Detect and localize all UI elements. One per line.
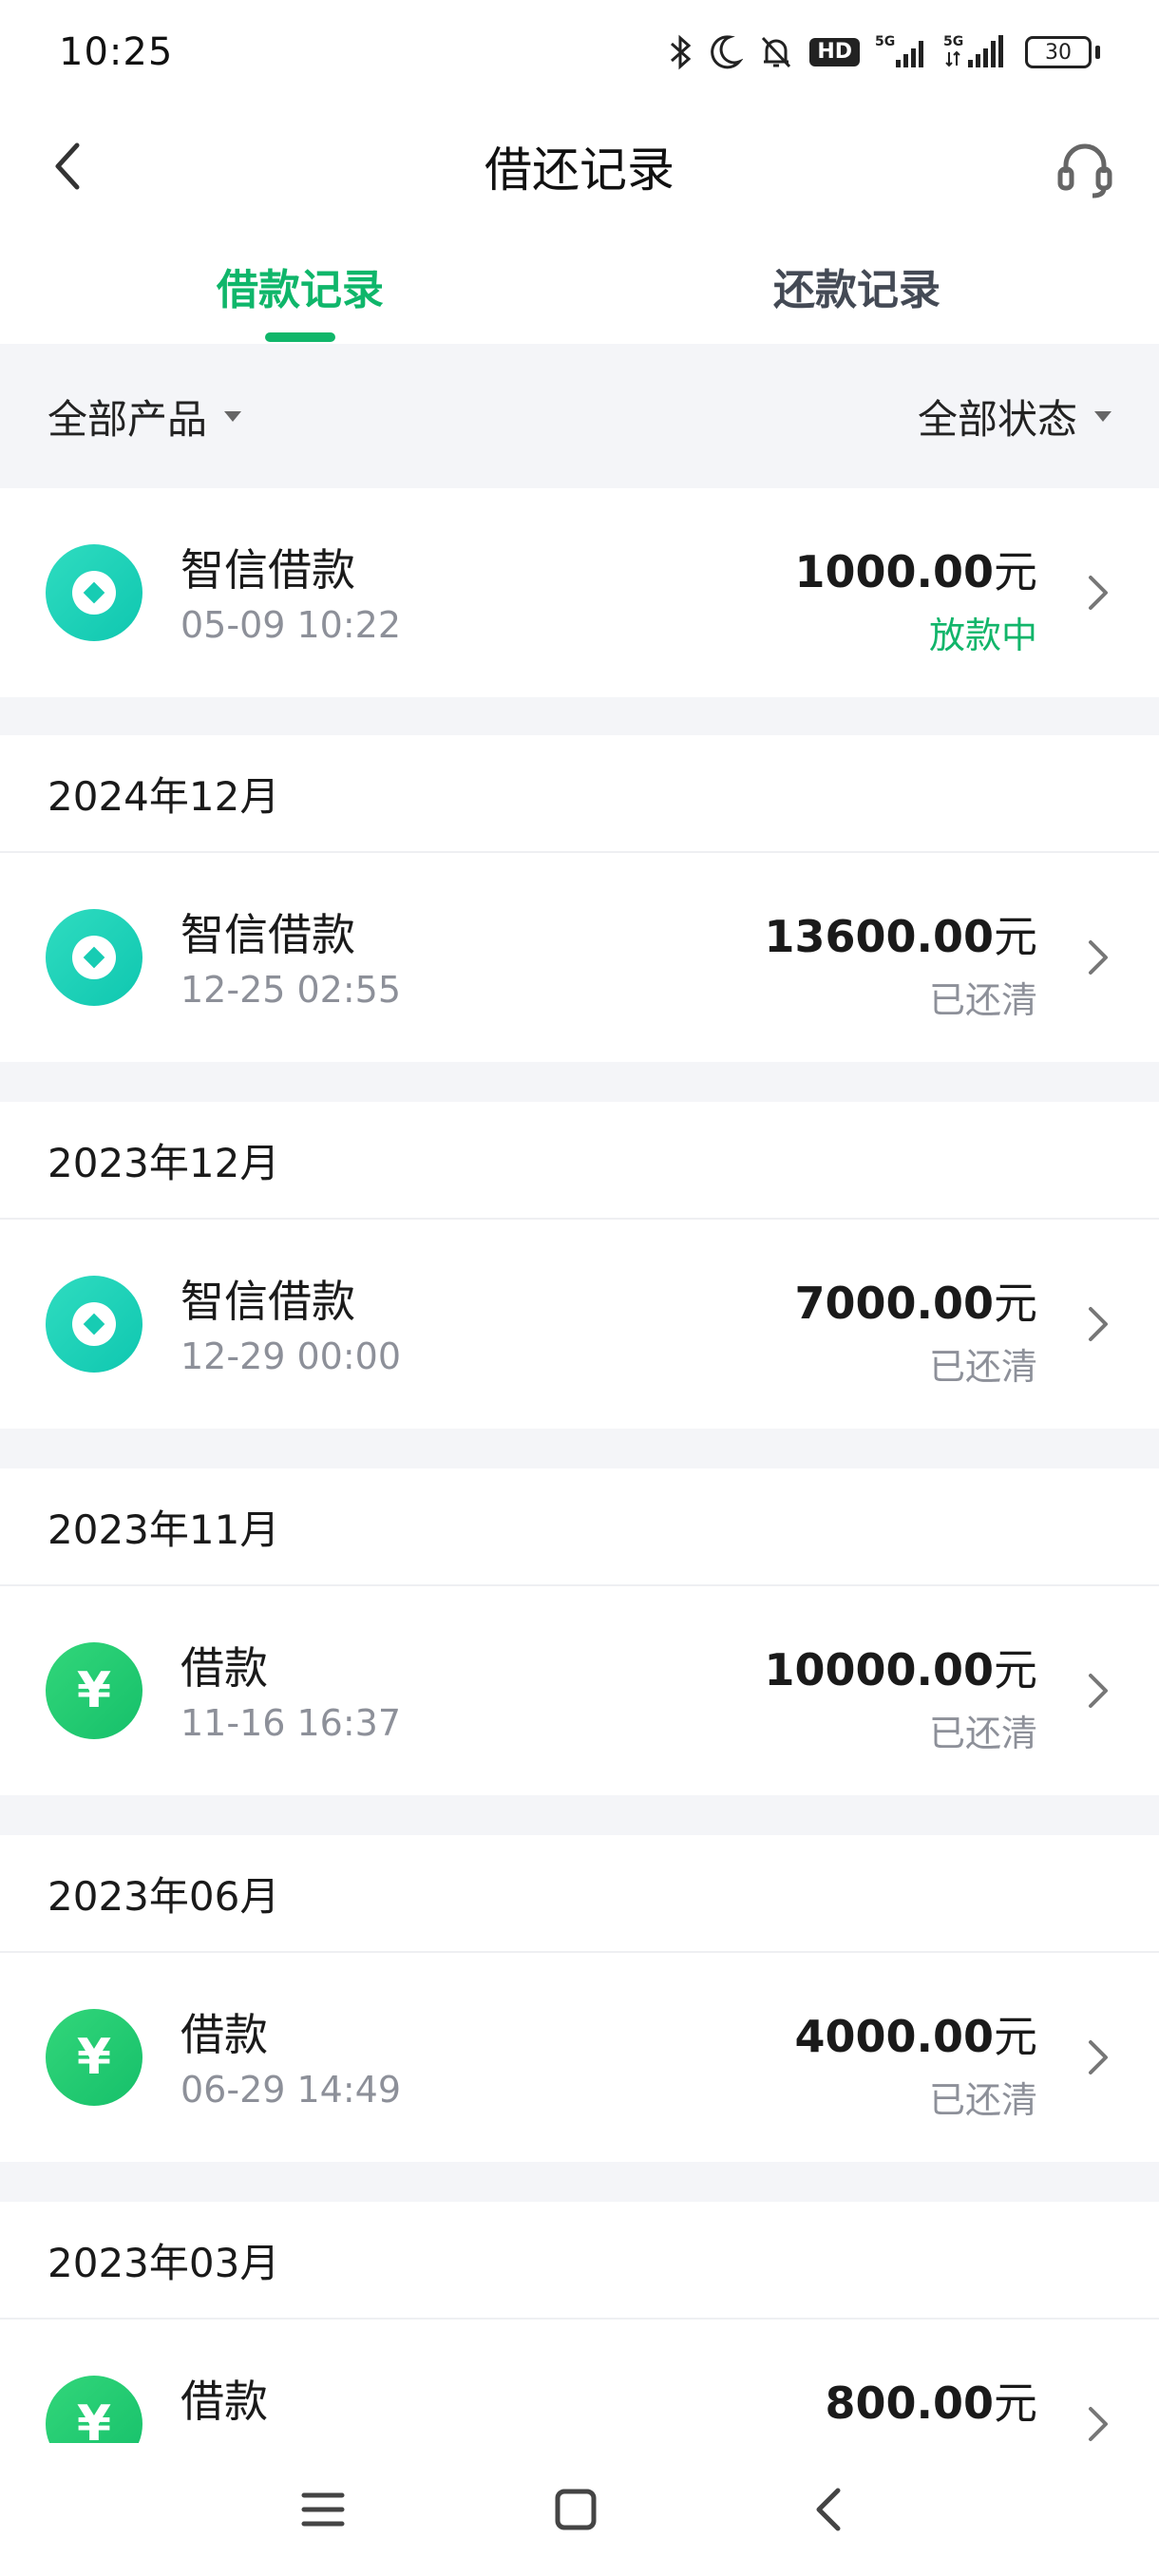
record-card: 2023年12月 智信借款 12-29 00:00 7000.00元 已还清 xyxy=(0,1102,1159,1429)
record-tabs: 借款记录 还款记录 xyxy=(0,228,1159,344)
record-card: 2024年12月 智信借款 12-25 02:55 13600.00元 已还清 xyxy=(0,735,1159,1062)
record-card: 2023年11月 ¥ 借款 11-16 16:37 10000.00元 已还清 xyxy=(0,1468,1159,1795)
record-card: 2023年06月 ¥ 借款 06-29 14:49 4000.00元 已还清 xyxy=(0,1835,1159,2162)
app-header: 借还记录 xyxy=(0,104,1159,228)
record-status: 已还清 xyxy=(928,1713,1037,1754)
record-status: 已还清 xyxy=(928,1346,1037,1388)
chevron-right-icon xyxy=(1079,1670,1117,1712)
record-amount: 7000.00元 xyxy=(794,1278,1037,1329)
record-status: 已还清 xyxy=(928,2079,1037,2121)
bell-muted-icon xyxy=(758,33,794,71)
record-amount: 4000.00元 xyxy=(794,2011,1037,2062)
battery-level: 30 xyxy=(1025,36,1092,68)
record-time: 05-09 10:22 xyxy=(180,604,402,646)
chevron-right-icon xyxy=(1079,2403,1117,2443)
record-amount: 800.00元 xyxy=(825,2377,1037,2429)
record-name: 智信借款 xyxy=(180,909,355,960)
status-filter[interactable]: 全部状态 xyxy=(918,388,1112,445)
chevron-left-icon xyxy=(816,2488,841,2531)
record-row[interactable]: 智信借款 12-25 02:55 13600.00元 已还清 xyxy=(0,853,1159,1062)
month-header: 2023年12月 xyxy=(0,1102,1159,1220)
chevron-right-icon xyxy=(1079,937,1117,978)
record-status: 已还清 xyxy=(928,979,1037,1021)
page-title: 借还记录 xyxy=(484,142,674,198)
customer-service-button[interactable] xyxy=(1049,133,1121,205)
caret-down-icon xyxy=(224,410,242,422)
product-filter-label: 全部产品 xyxy=(48,395,208,443)
record-name: 借款 xyxy=(180,2009,268,2060)
zhixin-coin-icon xyxy=(46,909,142,1006)
record-row[interactable]: 智信借款 05-09 10:22 1000.00元 放款中 xyxy=(0,488,1159,697)
month-header: 2024年12月 xyxy=(0,735,1159,853)
record-row[interactable]: ¥ 借款 06-29 14:49 4000.00元 已还清 xyxy=(0,1953,1159,2162)
back-button[interactable] xyxy=(34,133,101,199)
record-time: 06-29 14:49 xyxy=(180,2069,402,2111)
status-icons: HD 5G 5G 30 xyxy=(669,33,1100,71)
record-card: 2023年03月 ¥ 借款 800.00元 xyxy=(0,2202,1159,2443)
status-filter-label: 全部状态 xyxy=(917,395,1077,443)
menu-icon xyxy=(301,2492,345,2527)
square-icon xyxy=(555,2489,597,2530)
yen-icon: ¥ xyxy=(46,2009,142,2106)
filter-bar: 全部产品 全部状态 xyxy=(0,344,1159,488)
chevron-right-icon xyxy=(1079,572,1117,614)
svg-text:5G: 5G xyxy=(875,34,895,49)
chevron-left-icon xyxy=(55,142,80,190)
status-time: 10:25 xyxy=(59,30,174,74)
moon-icon xyxy=(709,33,744,71)
record-name: 智信借款 xyxy=(180,1276,355,1327)
record-time: 12-29 00:00 xyxy=(180,1335,402,1377)
tab-borrow-records[interactable]: 借款记录 xyxy=(205,253,395,319)
signal-icon: 5G xyxy=(875,33,928,71)
status-bar: 10:25 HD 5G 5G 30 xyxy=(0,0,1159,104)
month-header: 2023年03月 xyxy=(0,2202,1159,2320)
record-row[interactable]: ¥ 借款 11-16 16:37 10000.00元 已还清 xyxy=(0,1586,1159,1795)
yen-icon: ¥ xyxy=(46,2376,142,2443)
active-tab-indicator xyxy=(265,332,335,342)
system-back-button[interactable] xyxy=(790,2472,866,2548)
headset-icon xyxy=(1057,143,1112,199)
caret-down-icon xyxy=(1094,410,1112,422)
record-amount: 13600.00元 xyxy=(764,911,1037,962)
record-name: 借款 xyxy=(180,2376,268,2427)
record-name: 借款 xyxy=(180,1642,268,1694)
tab-repay-records[interactable]: 还款记录 xyxy=(762,253,952,319)
record-status: 放款中 xyxy=(928,615,1037,656)
record-row[interactable]: ¥ 借款 800.00元 xyxy=(0,2320,1159,2443)
record-name: 智信借款 xyxy=(180,544,355,596)
battery-icon: 30 xyxy=(1025,36,1100,68)
month-header: 2023年11月 xyxy=(0,1468,1159,1586)
record-time: 11-16 16:37 xyxy=(180,1702,402,1744)
product-filter[interactable]: 全部产品 xyxy=(48,388,242,445)
bluetooth-icon xyxy=(669,33,694,71)
record-card: 智信借款 05-09 10:22 1000.00元 放款中 xyxy=(0,488,1159,697)
chevron-right-icon xyxy=(1079,1303,1117,1345)
signal-icon-2: 5G xyxy=(943,33,1010,71)
svg-text:5G: 5G xyxy=(943,34,963,49)
record-row[interactable]: 智信借款 12-29 00:00 7000.00元 已还清 xyxy=(0,1220,1159,1429)
yen-icon: ¥ xyxy=(46,1642,142,1739)
system-nav-bar xyxy=(0,2443,1159,2576)
recent-apps-button[interactable] xyxy=(285,2472,361,2548)
zhixin-coin-icon xyxy=(46,544,142,641)
month-header: 2023年06月 xyxy=(0,1835,1159,1953)
chevron-right-icon xyxy=(1079,2036,1117,2078)
hd-badge: HD xyxy=(809,38,860,66)
record-time: 12-25 02:55 xyxy=(180,969,402,1011)
zhixin-coin-icon xyxy=(46,1276,142,1373)
home-button[interactable] xyxy=(538,2472,614,2548)
record-amount: 1000.00元 xyxy=(794,546,1037,597)
record-amount: 10000.00元 xyxy=(764,1644,1037,1695)
